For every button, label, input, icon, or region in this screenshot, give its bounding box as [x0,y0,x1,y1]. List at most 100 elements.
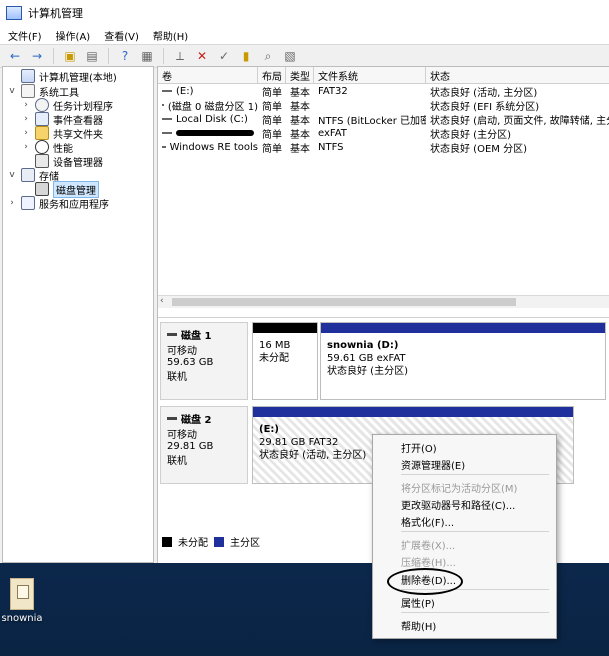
menu-separator [401,589,549,590]
toolbar-separator [108,48,109,64]
cell-filesystem: NTFS (BitLocker 已加密) [318,115,426,127]
cell-layout: 简单 [262,115,282,127]
chevron-right-icon[interactable]: › [7,198,17,208]
folder-icon[interactable]: ▮ [237,47,255,65]
drive-icon [162,104,164,106]
menu-item-change-drive-letter[interactable]: 更改驱动器号和路径(C)... [401,496,515,512]
tree-root[interactable]: 计算机管理(本地) [7,69,117,84]
chevron-right-icon[interactable]: › [21,114,31,124]
chevron-right-icon[interactable]: › [21,100,31,110]
tree-storage[interactable]: v 存储 [7,168,59,183]
services-icon [21,196,35,210]
disk-legend: 未分配 主分区 [162,534,260,549]
delete-icon[interactable]: ✕ [193,47,211,65]
menu-separator [401,612,549,613]
table-row[interactable]: Windows RE tools 简单 基本 NTFS 状态良好 (OEM 分区… [158,140,609,154]
event-viewer-icon [35,112,49,126]
cell-volume: Windows RE tools [158,140,258,154]
disk-1-unallocated-partition[interactable]: 16 MB 未分配 [252,322,318,400]
col-filesystem[interactable]: 文件系统 [314,67,426,83]
col-volume[interactable]: 卷 [158,67,258,83]
show-hide-console-tree-icon[interactable]: ▤ [83,47,101,65]
connect-icon[interactable]: ⟂ [171,47,189,65]
up-folder-icon[interactable]: ▣ [61,47,79,65]
col-layout[interactable]: 布局 [258,67,286,83]
cell-volume: (磁盘 0 磁盘分区 1) [158,98,258,112]
menu-item-explorer[interactable]: 资源管理器(E) [401,456,465,472]
help-icon[interactable]: ? [116,47,134,65]
cell-filesystem: NTFS [318,141,344,153]
menu-help[interactable]: 帮助(H) [153,28,188,43]
disk-2-state: 联机 [167,456,187,467]
disk-1-state: 联机 [167,372,187,383]
tools-icon [21,84,35,98]
tree-system-tools[interactable]: v 系统工具 [7,84,79,99]
menu-item-shrink-volume: 压缩卷(H)... [401,557,456,569]
device-manager-icon [35,154,49,168]
disk-2-info[interactable]: 磁盘 2 可移动 29.81 GB 联机 [160,406,248,484]
tree-system-tools-label: 系统工具 [39,87,79,99]
cell-status: 状态良好 (EFI 系统分区) [430,101,540,113]
view-icon[interactable]: ▧ [281,47,299,65]
table-row[interactable]: (磁盘 0 磁盘分区 1) 简单 基本 状态良好 (EFI 系统分区) [158,98,609,112]
legend-primary-swatch [214,536,224,547]
menu-item-help[interactable]: 帮助(H) [401,617,436,633]
computer-management-icon [6,6,22,20]
menu-item-properties[interactable]: 属性(P) [401,594,435,610]
menu-item-mark-active: 将分区标记为活动分区(M) [401,483,518,495]
disk-1-name: 磁盘 1 [167,327,241,342]
tree-device-manager-label: 设备管理器 [53,157,103,169]
redacted-volume-name [176,130,254,136]
disk-1-primary-partition[interactable]: snownia (D:) 59.61 GB exFAT 状态良好 (主分区) [320,322,606,400]
toolbar-separator [53,48,54,64]
chevron-down-icon[interactable]: v [7,86,17,96]
cell-filesystem: exFAT [318,127,347,139]
menu-item-format[interactable]: 格式化(F)... [401,513,454,529]
tree-shared-folders[interactable]: › 共享文件夹 [21,126,103,141]
tree-task-scheduler[interactable]: › 任务计划程序 [21,98,113,113]
menu-item-delete-volume[interactable]: 删除卷(D)... [401,571,456,587]
shared-folder-icon [35,126,49,140]
cell-layout: 简单 [262,101,282,113]
table-row[interactable]: 简单 基本 exFAT 状态良好 (主分区) [158,126,609,140]
properties-icon[interactable]: ▦ [138,47,156,65]
chevron-right-icon[interactable]: › [21,142,31,152]
cell-volume: (E:) [158,84,258,98]
menu-item-open[interactable]: 打开(O) [401,439,437,455]
horizontal-scrollbar[interactable]: ‹ [158,295,609,308]
tree-disk-management[interactable]: 磁盘管理 [21,180,99,198]
cell-layout: 简单 [262,143,282,155]
desktop-icon-snownia[interactable]: snownia [0,578,44,624]
cell-filesystem: FAT32 [318,85,348,97]
disk-2-name: 磁盘 2 [167,411,241,426]
tree-performance[interactable]: › 性能 [21,140,73,155]
search-icon[interactable]: ⌕ [259,47,277,65]
table-row[interactable]: (E:) 简单 基本 FAT32 状态良好 (活动, 主分区) [158,84,609,98]
drive-icon [162,90,172,92]
tree-services-apps[interactable]: › 服务和应用程序 [7,196,109,211]
tree-event-viewer-label: 事件查看器 [53,115,103,127]
cell-volume: Local Disk (C:) [158,112,258,126]
scroll-left-icon[interactable]: ‹ [160,296,164,306]
chevron-down-icon[interactable]: v [7,170,17,180]
menu-view[interactable]: 查看(V) [104,28,139,43]
table-row[interactable]: Local Disk (C:) 简单 基本 NTFS (BitLocker 已加… [158,112,609,126]
menu-action[interactable]: 操作(A) [56,28,91,43]
legend-primary-label: 主分区 [230,538,260,549]
tree-services-apps-label: 服务和应用程序 [39,199,109,211]
menu-separator [401,474,549,475]
cell-type: 基本 [290,101,310,113]
menu-file[interactable]: 文件(F) [8,28,42,43]
disk-1-size: 59.63 GB [167,357,214,368]
chevron-right-icon[interactable]: › [21,128,31,138]
disk-1-info[interactable]: 磁盘 1 可移动 59.63 GB 联机 [160,322,248,400]
tree-device-manager[interactable]: 设备管理器 [21,154,103,169]
forward-arrow-icon[interactable]: → [28,47,46,65]
check-icon[interactable]: ✓ [215,47,233,65]
col-status[interactable]: 状态 [426,67,609,83]
scroll-thumb[interactable] [172,298,516,306]
menu-separator [401,531,549,532]
col-type[interactable]: 类型 [286,67,314,83]
tree-event-viewer[interactable]: › 事件查看器 [21,112,103,127]
back-arrow-icon[interactable]: ← [6,47,24,65]
